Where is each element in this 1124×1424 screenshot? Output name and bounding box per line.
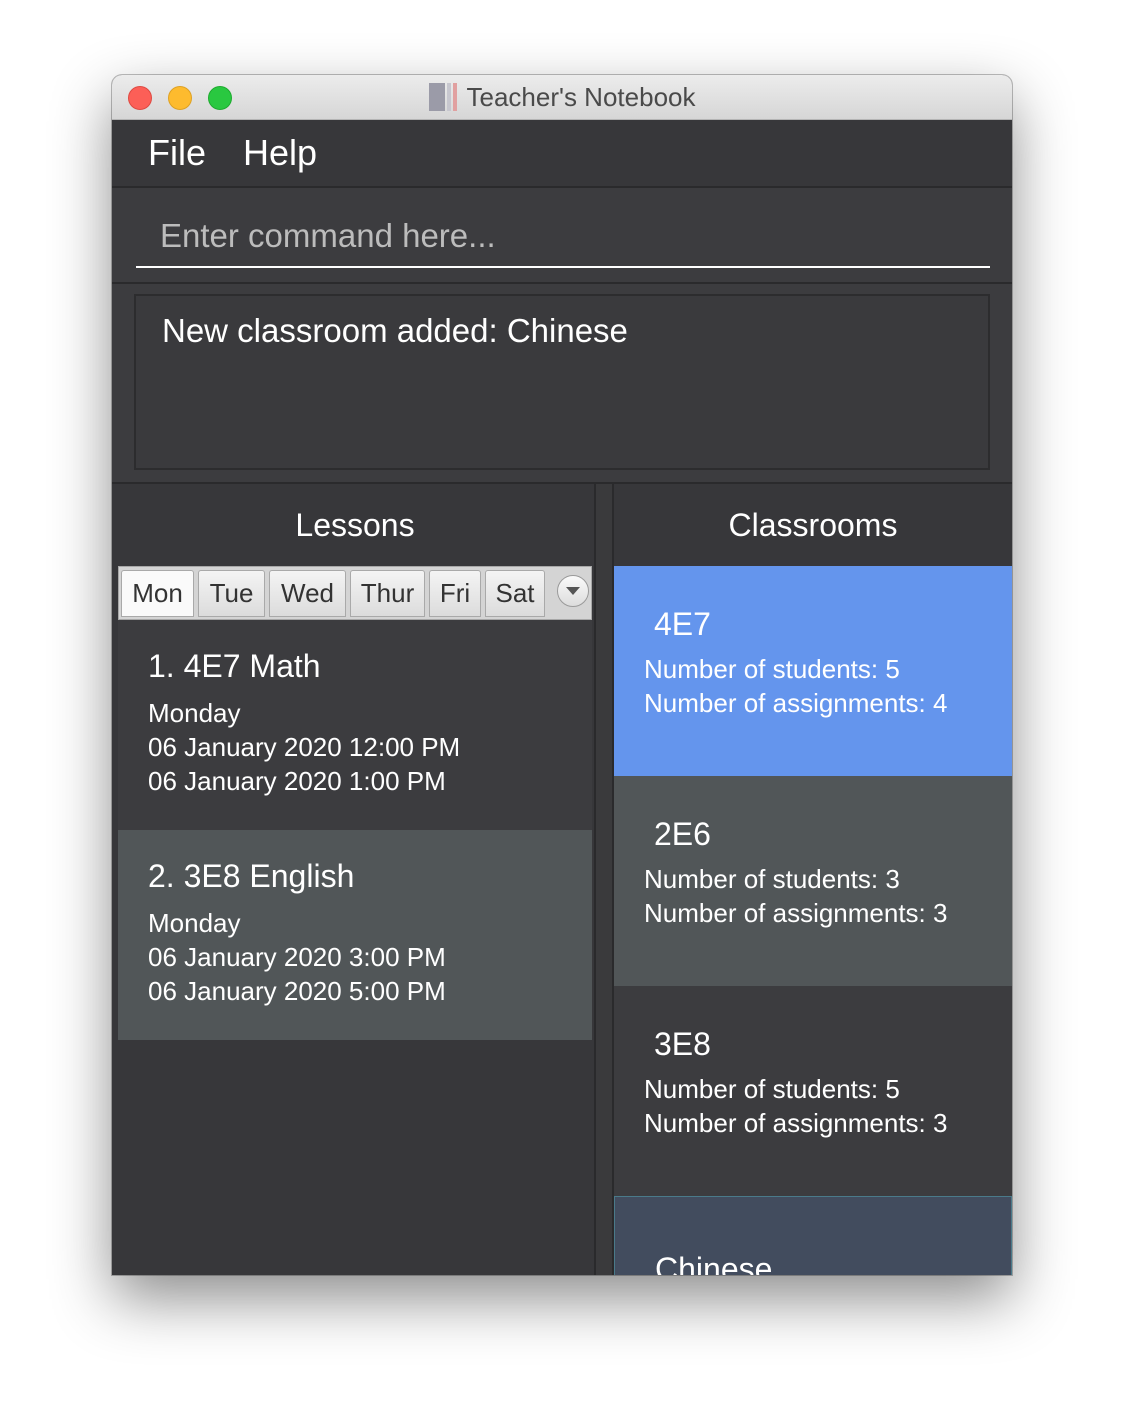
lesson-item-2[interactable]: 2. 3E8 English Monday 06 January 2020 3:…: [118, 830, 592, 1040]
window-title: Teacher's Notebook: [466, 82, 696, 112]
classroom-item-2e6[interactable]: 2E6 Number of students: 3 Number of assi…: [614, 776, 1012, 986]
title-bar[interactable]: Teacher's Notebook: [112, 75, 1012, 120]
classroom-item-chinese[interactable]: Chinese: [614, 1196, 1012, 1275]
lesson-day: Monday: [148, 908, 241, 938]
command-box: [112, 188, 1012, 284]
classroom-item-3e8[interactable]: 3E8 Number of students: 5 Number of assi…: [614, 986, 1012, 1196]
lesson-day: Monday: [148, 698, 241, 728]
lessons-panel: Lessons Mon Tue Wed Thur Fri Sat 1. 4E7 …: [112, 484, 594, 1275]
tab-fri[interactable]: Fri: [429, 570, 481, 617]
classroom-assignments: Number of assignments: 3: [644, 898, 948, 928]
tab-wed[interactable]: Wed: [269, 570, 346, 617]
result-message: New classroom added: Chinese: [162, 312, 628, 349]
classroom-students: Number of students: 3: [644, 864, 900, 894]
lesson-end: 06 January 2020 1:00 PM: [148, 766, 446, 796]
classroom-name: 4E7: [654, 606, 711, 642]
menu-bar: File Help: [112, 120, 1012, 188]
tab-thur[interactable]: Thur: [350, 570, 425, 617]
lessons-header: Lessons: [295, 507, 415, 543]
lesson-item-1[interactable]: 1. 4E7 Math Monday 06 January 2020 12:00…: [118, 620, 592, 830]
chevron-down-icon: [566, 587, 580, 595]
lesson-start: 06 January 2020 12:00 PM: [148, 732, 461, 762]
result-display-area: New classroom added: Chinese: [112, 284, 1012, 484]
lesson-start: 06 January 2020 3:00 PM: [148, 942, 446, 972]
result-display[interactable]: New classroom added: Chinese: [134, 294, 990, 470]
command-input[interactable]: [136, 206, 990, 268]
tab-mon[interactable]: Mon: [121, 570, 194, 617]
classroom-name: 3E8: [654, 1026, 711, 1062]
lesson-name: 2. 3E8 English: [148, 858, 355, 894]
tab-tue[interactable]: Tue: [198, 570, 265, 617]
classroom-assignments: Number of assignments: 3: [644, 1108, 948, 1138]
classroom-students: Number of students: 5: [644, 654, 900, 684]
classroom-name: 2E6: [654, 816, 711, 852]
classrooms-panel: Classrooms 4E7 Number of students: 5 Num…: [614, 484, 1012, 1275]
menu-help[interactable]: Help: [243, 132, 317, 174]
menu-file[interactable]: File: [148, 132, 206, 174]
classrooms-header: Classrooms: [728, 507, 898, 543]
classroom-name: Chinese: [655, 1251, 773, 1275]
day-tab-bar: Mon Tue Wed Thur Fri Sat: [118, 566, 592, 620]
lesson-name: 1. 4E7 Math: [148, 648, 321, 684]
classroom-students: Number of students: 5: [644, 1074, 900, 1104]
tab-sat[interactable]: Sat: [485, 570, 545, 617]
classroom-item-4e7[interactable]: 4E7 Number of students: 5 Number of assi…: [614, 566, 1012, 776]
classroom-assignments: Number of assignments: 4: [644, 688, 948, 718]
app-icon: [428, 83, 457, 111]
tab-dropdown-button[interactable]: [557, 575, 589, 607]
window-title-group: Teacher's Notebook: [112, 82, 1012, 113]
panel-divider[interactable]: [594, 484, 614, 1275]
app-window: Teacher's Notebook File Help New classro…: [112, 75, 1012, 1275]
lesson-end: 06 January 2020 5:00 PM: [148, 976, 446, 1006]
